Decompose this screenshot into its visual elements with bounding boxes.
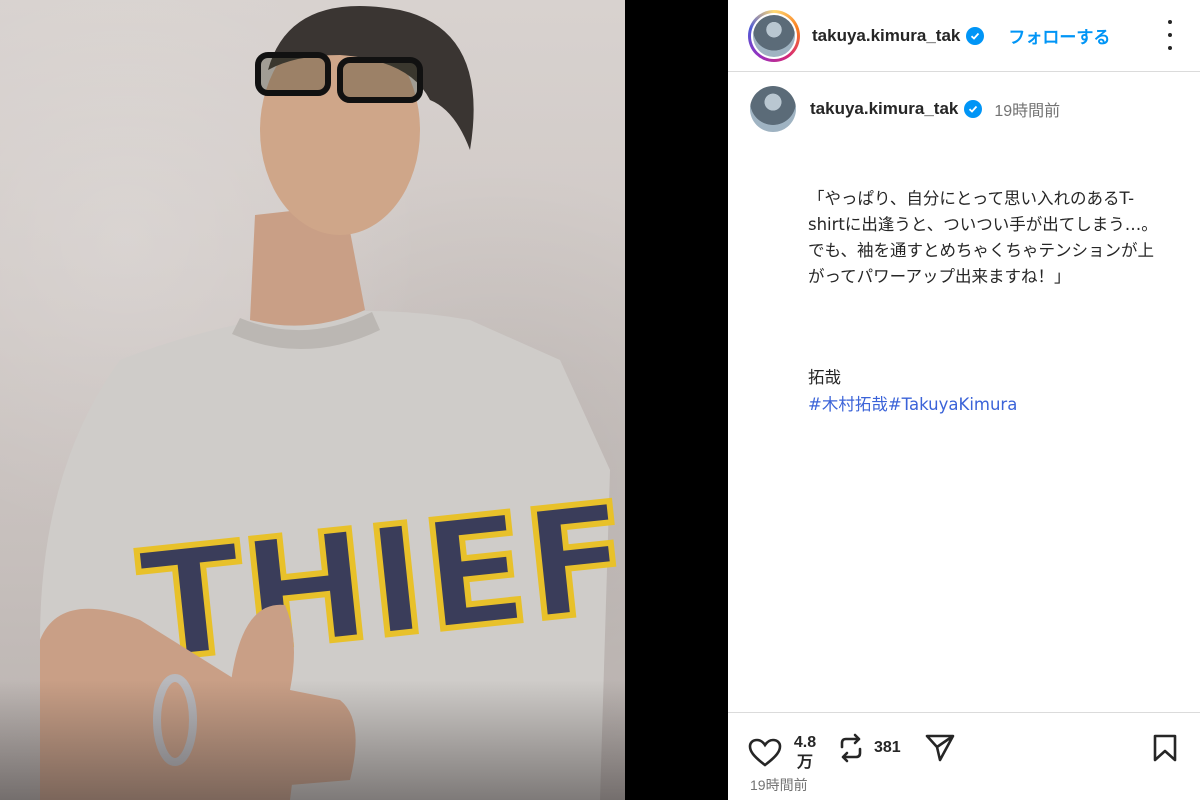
header-username[interactable]: takuya.kimura_tak: [812, 26, 960, 46]
action-bar: 4.8 万 381 19時間前: [728, 712, 1200, 800]
bookmark-icon: [1153, 734, 1177, 762]
share-button[interactable]: [924, 733, 956, 763]
glasses-left-lens: [255, 52, 331, 96]
caption-signature: 拓哉: [808, 368, 841, 387]
caption-body: 「やっぱり、自分にとって思い入れのあるT-shirtに出逢うと、ついつい手が出て…: [808, 189, 1158, 286]
post-header: takuya.kimura_tak フォローする: [728, 0, 1200, 72]
caption-avatar[interactable]: [750, 86, 796, 132]
repost-count[interactable]: 381: [874, 739, 901, 757]
avatar: [753, 14, 795, 57]
story-avatar[interactable]: [748, 9, 800, 62]
verified-badge-icon: [966, 26, 985, 45]
caption-timestamp[interactable]: 19時間前: [994, 97, 1060, 121]
repost-icon: [840, 733, 862, 763]
like-count[interactable]: 4.8 万: [790, 733, 820, 773]
repost-button[interactable]: 381: [836, 733, 901, 763]
photo-letterbox: [625, 0, 728, 800]
floor-shadow: [0, 680, 625, 800]
heart-icon: [748, 738, 782, 767]
follow-button[interactable]: フォローする: [1008, 23, 1110, 48]
hashtag-link[interactable]: #木村拓哉: [808, 395, 888, 414]
verified-badge-icon: [964, 100, 983, 118]
caption-username[interactable]: takuya.kimura_tak: [810, 99, 958, 119]
caption-header: takuya.kimura_tak 19時間前: [750, 86, 1060, 132]
like-button[interactable]: 4.8 万: [748, 733, 820, 773]
post-photo[interactable]: THIEFS: [0, 0, 625, 800]
glasses-right-lens: [337, 57, 423, 103]
more-options-icon[interactable]: [1158, 20, 1182, 50]
caption-hashtags: #木村拓哉#TakuyaKimura: [808, 391, 1017, 415]
post-timestamp[interactable]: 19時間前: [750, 775, 808, 795]
save-button[interactable]: [1152, 733, 1178, 763]
hashtag-link[interactable]: #TakuyaKimura: [888, 395, 1018, 414]
avatar-inner: [751, 12, 797, 59]
post-panel: takuya.kimura_tak フォローする takuya.kimura_t…: [728, 0, 1200, 800]
paper-plane-icon: [925, 734, 955, 762]
